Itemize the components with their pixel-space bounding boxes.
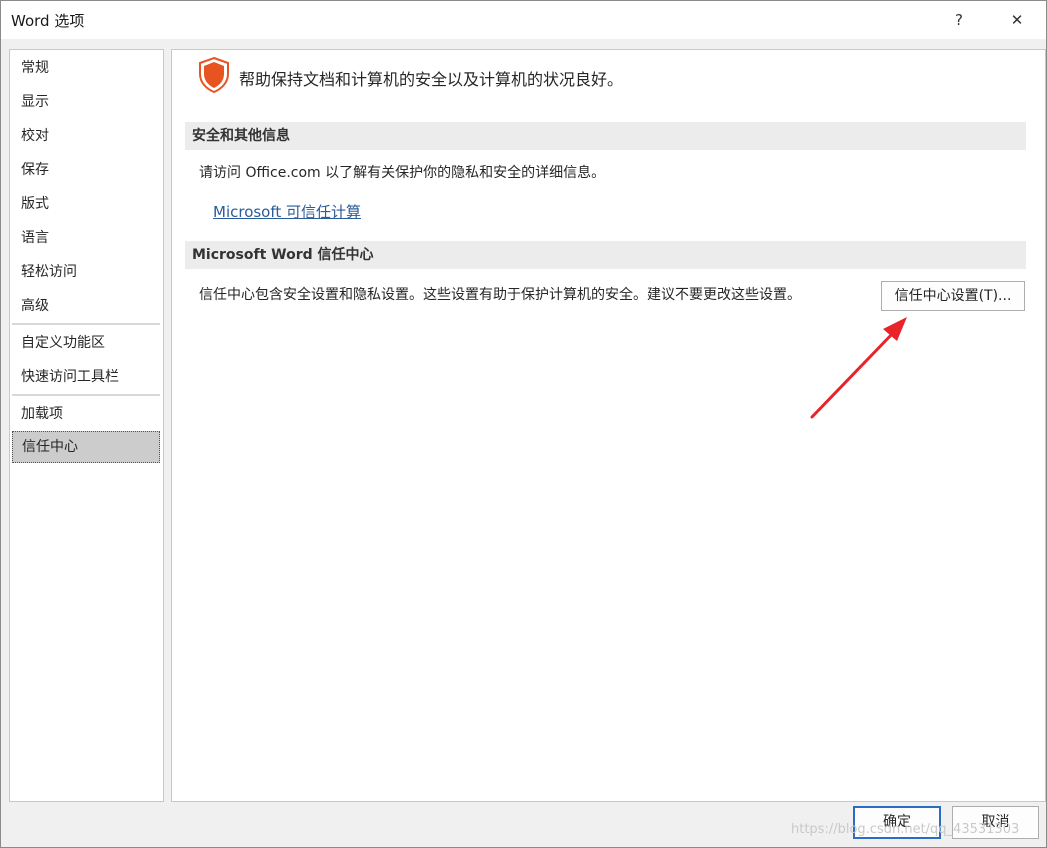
sidebar-item-add-ins[interactable]: 加载项 (12, 398, 160, 430)
sidebar-item-save[interactable]: 保存 (12, 154, 160, 186)
sidebar-item-display[interactable]: 显示 (12, 86, 160, 118)
sidebar-item-layout[interactable]: 版式 (12, 188, 160, 220)
trustworthy-computing-link[interactable]: Microsoft 可信任计算 (213, 201, 361, 222)
sidebar-item-advanced[interactable]: 高级 (12, 290, 160, 322)
dialog-body: 常规 显示 校对 保存 版式 语言 轻松访问 高级 自定义功能区 快速访问工具栏… (1, 39, 1046, 847)
help-button[interactable]: ? (936, 1, 982, 39)
security-section-heading: 安全和其他信息 (185, 122, 1026, 150)
security-info-text: 请访问 Office.com 以了解有关保护你的隐私和安全的详细信息。 (199, 165, 606, 181)
close-button[interactable]: ✕ (994, 1, 1040, 39)
title-bar: Word 选项 ? ✕ (1, 1, 1046, 39)
sidebar-item-proofing[interactable]: 校对 (12, 120, 160, 152)
sidebar-item-accessibility[interactable]: 轻松访问 (12, 256, 160, 288)
sidebar-divider (12, 394, 160, 396)
watermark: https://blog.csdn.net/qq_43531303 (791, 822, 1020, 837)
options-sidebar: 常规 显示 校对 保存 版式 语言 轻松访问 高级 自定义功能区 快速访问工具栏… (9, 49, 164, 802)
sidebar-item-customize-ribbon[interactable]: 自定义功能区 (12, 327, 160, 359)
intro-text: 帮助保持文档和计算机的安全以及计算机的状况良好。 (239, 70, 624, 89)
sidebar-item-language[interactable]: 语言 (12, 222, 160, 254)
sidebar-item-general[interactable]: 常规 (12, 52, 160, 84)
sidebar-item-trust-center[interactable]: 信任中心 (12, 431, 160, 463)
trust-center-section-heading: Microsoft Word 信任中心 (185, 241, 1026, 269)
trust-center-panel: 帮助保持文档和计算机的安全以及计算机的状况良好。 安全和其他信息 请访问 Off… (171, 49, 1046, 802)
sidebar-item-quick-access-toolbar[interactable]: 快速访问工具栏 (12, 361, 160, 393)
shield-icon (199, 56, 229, 94)
word-options-dialog: Word 选项 ? ✕ 常规 显示 校对 保存 版式 语言 轻松访问 高级 自定… (0, 0, 1047, 848)
close-icon: ✕ (1010, 11, 1024, 29)
trust-center-description: 信任中心包含安全设置和隐私设置。这些设置有助于保护计算机的安全。建议不要更改这些… (199, 287, 801, 303)
sidebar-divider (12, 323, 160, 325)
window-title: Word 选项 (11, 12, 85, 30)
trust-center-settings-button[interactable]: 信任中心设置(T)... (881, 281, 1025, 311)
